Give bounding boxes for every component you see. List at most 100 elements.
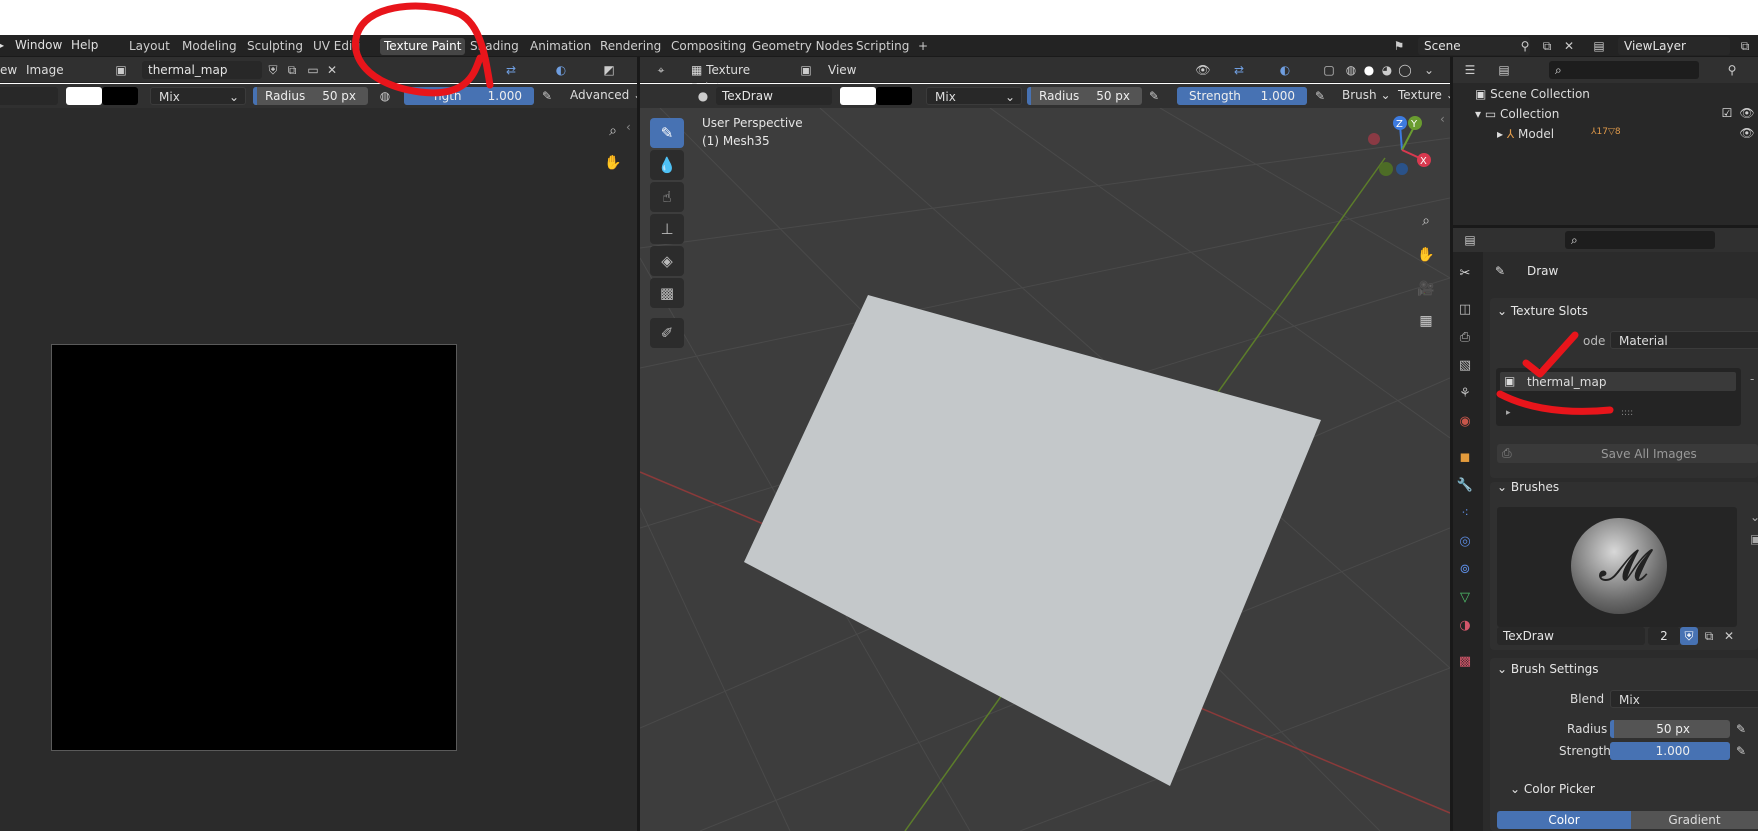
tab-animation[interactable]: Animation — [526, 38, 595, 55]
soften-tool[interactable]: 💧 — [650, 150, 684, 180]
tool-tab-icon[interactable]: ✂ — [1452, 262, 1478, 286]
texture-slots-header[interactable]: ⌄ Texture Slots — [1497, 304, 1588, 318]
output-tab-icon[interactable]: ⎙ — [1452, 326, 1478, 350]
texture-menu[interactable]: Texture ⌄ — [1398, 88, 1456, 102]
list-expand-icon[interactable]: ▸ — [1506, 408, 1511, 418]
tab-layout[interactable]: Layout — [125, 38, 174, 55]
brush-name-field-props[interactable]: TexDraw — [1497, 627, 1645, 645]
overlay-icon[interactable]: ◐ — [552, 61, 570, 79]
zoom-icon[interactable]: ⌕ — [600, 118, 626, 144]
new-image-icon[interactable]: ⧉ — [283, 61, 301, 79]
tab-modeling[interactable]: Modeling — [178, 38, 241, 55]
brush-side-chevron-icon[interactable]: ⌄ — [1750, 510, 1758, 524]
radius-slider[interactable]: Radius 50 px — [253, 87, 368, 105]
brush-icon[interactable]: ● — [694, 87, 712, 105]
bs-blend-dropdown[interactable]: Mix — [1610, 690, 1758, 708]
open-image-icon[interactable]: ▭ — [304, 61, 322, 79]
exclude-checkbox[interactable]: ☑ — [1718, 104, 1736, 122]
vp-blend-dropdown[interactable]: Mix ⌄ — [926, 87, 1022, 105]
editor-type-icon[interactable]: ⌖ — [652, 61, 670, 79]
vp-strength-pressure-icon[interactable]: ✎ — [1311, 87, 1329, 105]
delete-scene-icon[interactable]: ✕ — [1560, 37, 1578, 55]
brushes-header[interactable]: ⌄ Brushes — [1497, 480, 1559, 494]
tab-shading[interactable]: Shading — [466, 38, 523, 55]
material-tab-icon[interactable]: ◑ — [1452, 614, 1478, 638]
symmetry-icon[interactable]: ⇄ — [502, 61, 520, 79]
texture-tab-icon[interactable]: ▩ — [1452, 650, 1478, 674]
advanced-menu[interactable]: Advanced ⌄ — [570, 88, 643, 102]
shading-options-icon[interactable]: ⌄ — [1420, 61, 1438, 79]
tab-texture-paint[interactable]: Texture Paint — [380, 38, 466, 55]
image-name-field[interactable]: thermal_map — [142, 61, 262, 79]
image-canvas[interactable] — [51, 344, 457, 751]
smear-tool[interactable]: ☝ — [650, 182, 684, 212]
properties-search-field[interactable]: ⌕ — [1565, 231, 1715, 249]
data-tab-icon[interactable]: ▽ — [1452, 586, 1478, 610]
fill-tool[interactable]: ◈ — [650, 246, 684, 276]
new-scene-icon[interactable]: ⧉ — [1538, 37, 1556, 55]
image-browse-icon[interactable]: ▣ — [112, 61, 130, 79]
tab-geometry-nodes[interactable]: Geometry Nodes — [748, 38, 857, 55]
new-view-layer-icon[interactable]: ⧉ — [1736, 37, 1754, 55]
mask-tool[interactable]: ▩ — [650, 278, 684, 308]
view-layer-icon[interactable]: ▤ — [1590, 37, 1608, 55]
sidebar-toggle-icon[interactable]: ‹ — [626, 120, 631, 134]
brush-side-image-icon[interactable]: ▣ — [1750, 532, 1758, 546]
viewport-3d[interactable]: ✎ 💧 ☝ ⊥ ◈ ▩ ✐ User Perspective (1) Mesh3… — [640, 108, 1450, 831]
scene-name-field[interactable]: Scene — [1418, 37, 1530, 55]
constraints-tab-icon[interactable]: ⊚ — [1452, 558, 1478, 582]
add-workspace-button[interactable]: + — [914, 38, 932, 55]
collection-visibility-icon[interactable]: 👁 — [1738, 104, 1756, 122]
scene-collection-row[interactable]: ▣ Scene Collection — [1475, 87, 1590, 101]
display-channels-icon[interactable]: ◩ — [600, 61, 618, 79]
vp-zoom-icon[interactable]: ⌕ — [1413, 208, 1439, 234]
color-picker-header[interactable]: ⌄ Color Picker — [1510, 782, 1595, 796]
solid-shading-icon[interactable]: ● — [1360, 61, 1378, 79]
tab-rendering[interactable]: Rendering — [596, 38, 665, 55]
menu-image[interactable]: Image — [26, 63, 64, 77]
vp-sidebar-toggle-icon[interactable]: ‹ — [1440, 112, 1445, 126]
xray-icon[interactable]: ▣ — [797, 61, 815, 79]
perspective-grid-icon[interactable]: ▦ — [1413, 308, 1439, 334]
xray-toggle-icon[interactable]: ▢ — [1320, 61, 1338, 79]
primary-color-swatch[interactable] — [66, 87, 102, 105]
brush-menu[interactable]: Brush ⌄ — [1342, 88, 1391, 102]
physics-tab-icon[interactable]: ◎ — [1452, 530, 1478, 554]
secondary-color-swatch[interactable] — [102, 87, 138, 105]
display-mode-icon[interactable]: ▤ — [1495, 61, 1513, 79]
object-tab-icon[interactable]: ◼ — [1452, 446, 1478, 470]
blend-dropdown[interactable]: Mix ⌄ — [150, 87, 246, 105]
model-row[interactable]: ▸ ⅄ Model — [1497, 127, 1554, 141]
filter-icon[interactable]: ⚲ — [1723, 61, 1741, 79]
strength-pressure-icon[interactable]: ✎ — [538, 87, 556, 105]
menu-view[interactable]: ew — [0, 63, 17, 77]
outliner-search-field[interactable]: ⌕ — [1549, 61, 1699, 79]
menu-view-viewport[interactable]: View — [828, 63, 856, 77]
tab-compositing[interactable]: Compositing — [667, 38, 750, 55]
gradient-tab[interactable]: Gradient — [1631, 811, 1758, 829]
overlays-icon[interactable]: ◐ — [1276, 61, 1294, 79]
pin-icon[interactable]: ⚲ — [1516, 37, 1534, 55]
bs-radius-pressure-icon[interactable]: ✎ — [1732, 720, 1750, 738]
wireframe-shading-icon[interactable]: ◍ — [1342, 61, 1360, 79]
vp-secondary-color-swatch[interactable] — [876, 87, 912, 105]
pressure-icon[interactable]: ◍ — [376, 87, 394, 105]
material-shading-icon[interactable]: ◕ — [1378, 61, 1396, 79]
world-tab-icon[interactable]: ◉ — [1452, 410, 1478, 434]
strength-slider[interactable]: ngth 1.000 — [404, 87, 534, 105]
navigation-gizmo[interactable]: Z Y X — [1360, 110, 1450, 190]
image-canvas-area[interactable]: ⌕ ✋ ‹ — [0, 108, 637, 831]
draw-tool[interactable]: ✎ — [650, 118, 684, 148]
modifier-tab-icon[interactable]: 🔧 — [1452, 474, 1478, 498]
outliner-type-icon[interactable]: ☰ — [1461, 61, 1479, 79]
tab-sculpting[interactable]: Sculpting — [243, 38, 307, 55]
bs-strength-pressure-icon[interactable]: ✎ — [1732, 742, 1750, 760]
gizmo-icon[interactable]: ⇄ — [1230, 61, 1248, 79]
vp-strength-slider[interactable]: Strength 1.000 — [1177, 87, 1307, 105]
hand-icon[interactable]: ✋ — [600, 150, 626, 176]
partial-field[interactable] — [0, 87, 58, 105]
tab-uv-editing[interactable]: UV Editi — [309, 38, 364, 55]
slot-menu-icon[interactable]: - — [1750, 372, 1754, 386]
duplicate-brush-icon[interactable]: ⧉ — [1700, 627, 1718, 645]
fake-user-shield-icon[interactable]: ⛨ — [1680, 627, 1698, 645]
